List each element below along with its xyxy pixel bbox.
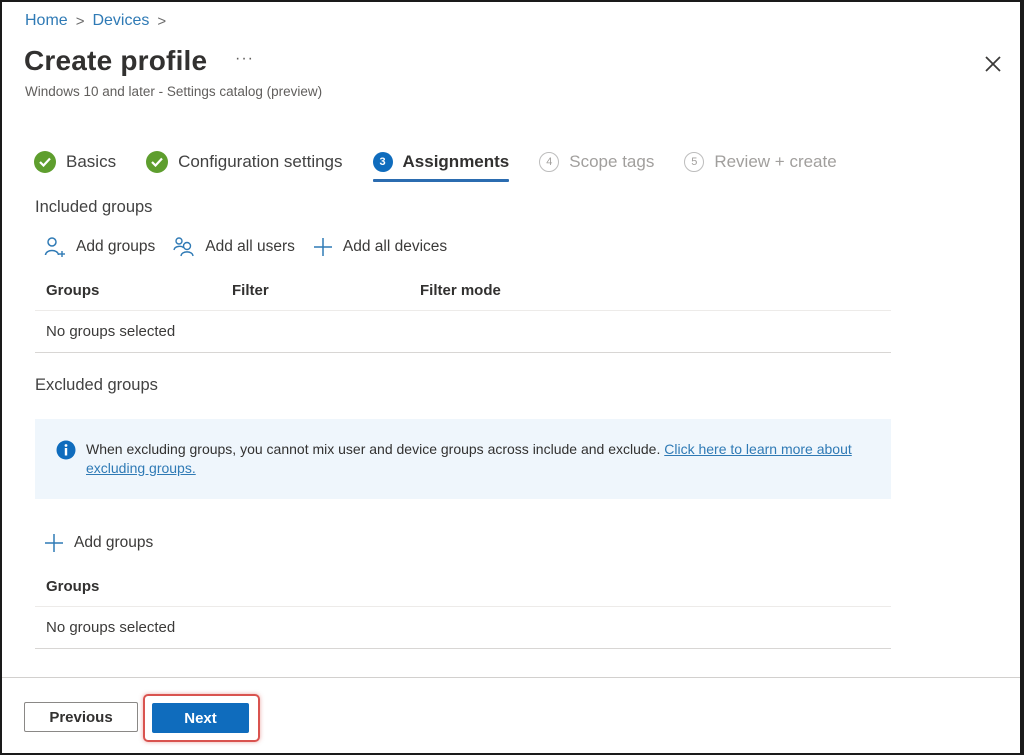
info-message-bar: When excluding groups, you cannot mix us… xyxy=(35,419,891,499)
add-all-devices-label: Add all devices xyxy=(342,238,448,255)
plus-icon xyxy=(313,238,332,256)
create-profile-panel: Home > Devices > Create profile ··· Wind… xyxy=(2,2,1020,753)
included-command-bar: Add groups Add all users Add all devices xyxy=(44,236,465,258)
close-icon xyxy=(985,56,1001,72)
page-title: Create profile xyxy=(24,45,208,76)
included-groups-table: Groups Filter Filter mode No groups sele… xyxy=(35,271,891,353)
table-row: No groups selected xyxy=(35,311,891,353)
excluded-groups-table: Groups No groups selected xyxy=(35,567,891,649)
column-header-filter-mode[interactable]: Filter mode xyxy=(409,282,501,299)
page-subtitle: Windows 10 and later - Settings catalog … xyxy=(25,84,323,99)
tab-scope-tags[interactable]: 4 Scope tags xyxy=(539,147,654,177)
add-all-users-label: Add all users xyxy=(205,238,295,255)
included-groups-heading: Included groups xyxy=(35,198,153,216)
excluded-command-bar: Add groups xyxy=(44,533,171,553)
tab-basics[interactable]: Basics xyxy=(34,147,116,177)
plus-icon xyxy=(45,534,63,552)
excluded-groups-heading: Excluded groups xyxy=(35,376,158,394)
tab-assignments[interactable]: 3 Assignments xyxy=(372,147,510,182)
tab-label: Scope tags xyxy=(569,152,655,171)
table-row: No groups selected xyxy=(35,607,891,649)
tab-label: Basics xyxy=(66,152,117,171)
add-groups-button[interactable]: Add groups xyxy=(44,236,155,258)
column-header-filter[interactable]: Filter xyxy=(221,282,409,299)
breadcrumb-home[interactable]: Home xyxy=(25,12,68,30)
people-icon xyxy=(173,237,194,257)
footer-divider xyxy=(2,677,1020,678)
info-message-body: When excluding groups, you cannot mix us… xyxy=(86,441,665,457)
breadcrumb-devices[interactable]: Devices xyxy=(92,12,149,30)
breadcrumb-separator: > xyxy=(75,12,85,30)
info-message-text: When excluding groups, you cannot mix us… xyxy=(86,440,866,478)
tab-configuration-settings[interactable]: Configuration settings xyxy=(146,147,343,177)
empty-state-text: No groups selected xyxy=(46,323,176,340)
breadcrumb-separator: > xyxy=(157,12,167,30)
add-excluded-groups-button[interactable]: Add groups xyxy=(44,533,153,553)
tab-review-create[interactable]: 5 Review + create xyxy=(684,147,837,177)
step-number-badge: 4 xyxy=(539,152,560,172)
next-button[interactable]: Next xyxy=(152,703,249,733)
add-groups-label: Add groups xyxy=(74,534,154,551)
step-number-badge: 3 xyxy=(372,152,393,172)
tab-label: Review + create xyxy=(714,152,837,171)
tab-label: Configuration settings xyxy=(178,152,343,171)
check-circle-icon xyxy=(34,151,56,173)
column-header-groups[interactable]: Groups xyxy=(35,282,221,299)
close-button[interactable] xyxy=(982,53,1004,75)
table-header: Groups xyxy=(35,567,891,607)
empty-state-text: No groups selected xyxy=(46,619,176,636)
add-all-devices-button[interactable]: Add all devices xyxy=(313,237,447,257)
info-icon xyxy=(56,440,76,460)
column-header-groups[interactable]: Groups xyxy=(35,578,99,595)
add-groups-label: Add groups xyxy=(76,238,156,255)
table-header: Groups Filter Filter mode xyxy=(35,271,891,311)
add-person-icon xyxy=(44,237,65,257)
more-options-button[interactable]: ··· xyxy=(235,50,254,68)
check-circle-icon xyxy=(146,151,169,173)
wizard-steps: Basics Configuration settings 3 Assignme… xyxy=(34,147,867,182)
previous-button[interactable]: Previous xyxy=(24,702,138,732)
breadcrumb: Home > Devices > xyxy=(25,12,174,30)
tab-label: Assignments xyxy=(402,152,510,171)
add-all-users-button[interactable]: Add all users xyxy=(173,236,295,258)
step-number-badge: 5 xyxy=(684,152,705,172)
